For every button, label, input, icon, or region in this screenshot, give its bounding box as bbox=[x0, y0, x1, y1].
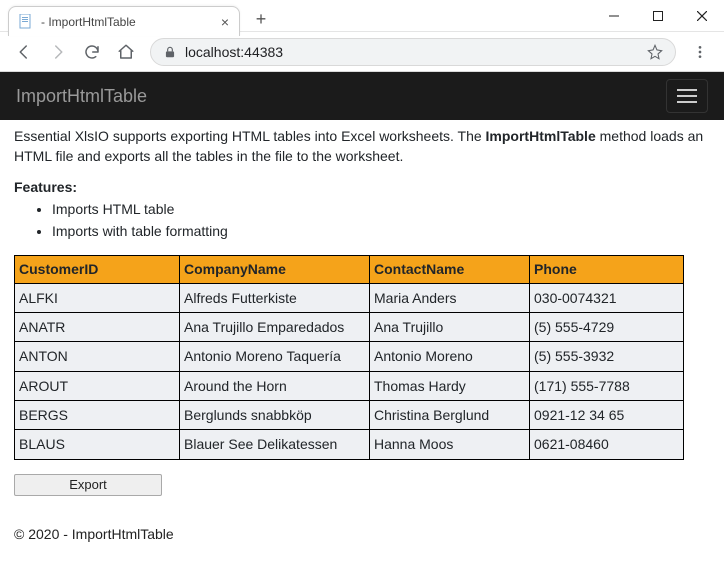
table-cell: Alfreds Futterkiste bbox=[180, 283, 370, 312]
browser-tab[interactable]: - ImportHtmlTable × bbox=[8, 6, 240, 36]
nav-back-icon[interactable] bbox=[8, 36, 40, 68]
table-cell: (5) 555-4729 bbox=[530, 313, 684, 342]
window-title-bar: - ImportHtmlTable × + bbox=[0, 0, 724, 32]
table-cell: Around the Horn bbox=[180, 371, 370, 400]
table-cell: Maria Anders bbox=[370, 283, 530, 312]
customers-table: CustomerID CompanyName ContactName Phone… bbox=[14, 255, 684, 459]
address-bar[interactable]: localhost:44383 bbox=[150, 38, 676, 66]
tab-title: - ImportHtmlTable bbox=[41, 15, 136, 29]
table-cell: (171) 555-7788 bbox=[530, 371, 684, 400]
table-cell: BLAUS bbox=[15, 430, 180, 459]
col-header: Phone bbox=[530, 256, 684, 283]
table-cell: Thomas Hardy bbox=[370, 371, 530, 400]
tab-close-icon[interactable]: × bbox=[221, 14, 229, 30]
features-heading: Features: bbox=[14, 177, 710, 197]
table-row: AROUTAround the HornThomas Hardy(171) 55… bbox=[15, 371, 684, 400]
table-header-row: CustomerID CompanyName ContactName Phone bbox=[15, 256, 684, 283]
table-cell: ANTON bbox=[15, 342, 180, 371]
table-cell: 0921-12 34 65 bbox=[530, 400, 684, 429]
window-maximize-icon[interactable] bbox=[636, 1, 680, 31]
table-cell: Hanna Moos bbox=[370, 430, 530, 459]
list-item: Imports with table formatting bbox=[52, 221, 710, 241]
col-header: CompanyName bbox=[180, 256, 370, 283]
table-cell: Berglunds snabbköp bbox=[180, 400, 370, 429]
table-row: BERGSBerglunds snabbköpChristina Berglun… bbox=[15, 400, 684, 429]
table-cell: Ana Trujillo bbox=[370, 313, 530, 342]
address-host: localhost: bbox=[185, 44, 244, 60]
intro-method: ImportHtmlTable bbox=[486, 128, 596, 144]
lock-icon bbox=[163, 45, 177, 59]
table-cell: Antonio Moreno Taquería bbox=[180, 342, 370, 371]
table-cell: 030-0074321 bbox=[530, 283, 684, 312]
browser-toolbar: localhost:44383 bbox=[0, 32, 724, 72]
hamburger-menu-icon[interactable] bbox=[666, 79, 708, 113]
table-row: ANTONAntonio Moreno TaqueríaAntonio More… bbox=[15, 342, 684, 371]
table-row: ALFKIAlfreds FutterkisteMaria Anders030-… bbox=[15, 283, 684, 312]
table-cell: ALFKI bbox=[15, 283, 180, 312]
table-cell: Christina Berglund bbox=[370, 400, 530, 429]
export-button[interactable]: Export bbox=[14, 474, 162, 496]
features-list: Imports HTML table Imports with table fo… bbox=[14, 199, 710, 242]
tab-favicon-icon bbox=[19, 14, 33, 30]
page-content: Essential XlsIO supports exporting HTML … bbox=[0, 120, 724, 496]
table-cell: Ana Trujillo Emparedados bbox=[180, 313, 370, 342]
table-cell: Blauer See Delikatessen bbox=[180, 430, 370, 459]
table-cell: (5) 555-3932 bbox=[530, 342, 684, 371]
col-header: ContactName bbox=[370, 256, 530, 283]
page-footer: © 2020 - ImportHtmlTable bbox=[0, 496, 724, 542]
nav-reload-icon[interactable] bbox=[76, 36, 108, 68]
table-row: ANATRAna Trujillo EmparedadosAna Trujill… bbox=[15, 313, 684, 342]
list-item: Imports HTML table bbox=[52, 199, 710, 219]
table-row: BLAUSBlauer See DelikatessenHanna Moos06… bbox=[15, 430, 684, 459]
window-minimize-icon[interactable] bbox=[592, 1, 636, 31]
app-brand[interactable]: ImportHtmlTable bbox=[16, 86, 147, 107]
address-port: 44383 bbox=[244, 44, 283, 60]
window-close-icon[interactable] bbox=[680, 1, 724, 31]
window-controls bbox=[592, 0, 724, 32]
intro-paragraph: Essential XlsIO supports exporting HTML … bbox=[14, 126, 710, 167]
app-header: ImportHtmlTable bbox=[0, 72, 724, 120]
table-cell: AROUT bbox=[15, 371, 180, 400]
nav-forward-icon[interactable] bbox=[42, 36, 74, 68]
browser-menu-icon[interactable] bbox=[684, 36, 716, 68]
col-header: CustomerID bbox=[15, 256, 180, 283]
table-cell: BERGS bbox=[15, 400, 180, 429]
table-cell: Antonio Moreno bbox=[370, 342, 530, 371]
nav-home-icon[interactable] bbox=[110, 36, 142, 68]
table-cell: 0621-08460 bbox=[530, 430, 684, 459]
bookmark-star-icon[interactable] bbox=[647, 44, 663, 60]
table-cell: ANATR bbox=[15, 313, 180, 342]
new-tab-button[interactable]: + bbox=[248, 6, 274, 32]
intro-prefix: Essential XlsIO supports exporting HTML … bbox=[14, 128, 486, 144]
